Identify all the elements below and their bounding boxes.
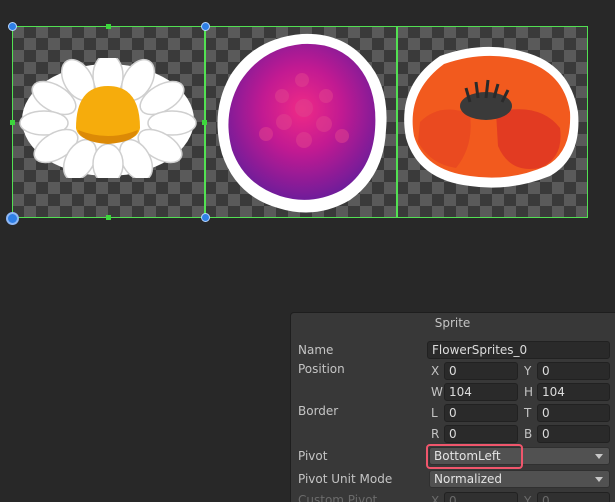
- l-label: L: [431, 406, 438, 420]
- resize-handle-right[interactable]: [202, 120, 207, 125]
- pivot-unit-label: Pivot Unit Mode: [298, 472, 393, 486]
- pivot-handle[interactable]: [6, 212, 19, 225]
- custom-pivot-x-field: 0: [444, 492, 518, 502]
- pivot-label: Pivot: [298, 449, 328, 463]
- b-label: B: [524, 427, 533, 441]
- border-right-field[interactable]: 0: [444, 425, 518, 443]
- custom-pivot-label: Custom Pivot: [298, 493, 378, 502]
- resize-handle-bottom[interactable]: [106, 215, 111, 220]
- w-label: W: [431, 385, 443, 399]
- position-x-field[interactable]: 0: [444, 362, 518, 380]
- border-label: Border: [298, 404, 339, 418]
- resize-handle-top[interactable]: [106, 24, 111, 29]
- custom-pivot-x-label: X: [431, 494, 440, 502]
- slice-outline-1[interactable]: [205, 26, 397, 218]
- pivot-unit-dropdown[interactable]: Normalized: [429, 470, 610, 488]
- h-label: H: [524, 385, 534, 399]
- border-top-field[interactable]: 0: [537, 404, 610, 422]
- resize-handle-bottom-right[interactable]: [201, 213, 210, 222]
- r-label: R: [431, 427, 440, 441]
- slice-outline-0[interactable]: [12, 26, 205, 218]
- border-bottom-field[interactable]: 0: [537, 425, 610, 443]
- position-label: Position: [298, 362, 345, 376]
- name-label: Name: [298, 343, 334, 357]
- x-label: X: [431, 364, 440, 378]
- t-label: T: [524, 406, 532, 420]
- chevron-down-icon: [595, 477, 603, 482]
- resize-handle-top-left[interactable]: [8, 22, 17, 31]
- position-y-field[interactable]: 0: [537, 362, 610, 380]
- custom-pivot-y-field: 0: [537, 492, 610, 502]
- pivot-highlight-box: [426, 444, 523, 469]
- border-left-field[interactable]: 0: [444, 404, 518, 422]
- width-field[interactable]: 104: [444, 383, 518, 401]
- resize-handle-left[interactable]: [10, 120, 15, 125]
- slice-outline-2[interactable]: [397, 26, 588, 218]
- resize-handle-top-right[interactable]: [201, 22, 210, 31]
- y-label: Y: [524, 364, 532, 378]
- custom-pivot-y-label: Y: [524, 494, 532, 502]
- inspector-title: Sprite: [434, 316, 471, 330]
- pivot-unit-dropdown-value: Normalized: [434, 472, 503, 486]
- height-field[interactable]: 104: [537, 383, 610, 401]
- chevron-down-icon: [595, 454, 603, 459]
- name-field[interactable]: FlowerSprites_0: [427, 341, 610, 359]
